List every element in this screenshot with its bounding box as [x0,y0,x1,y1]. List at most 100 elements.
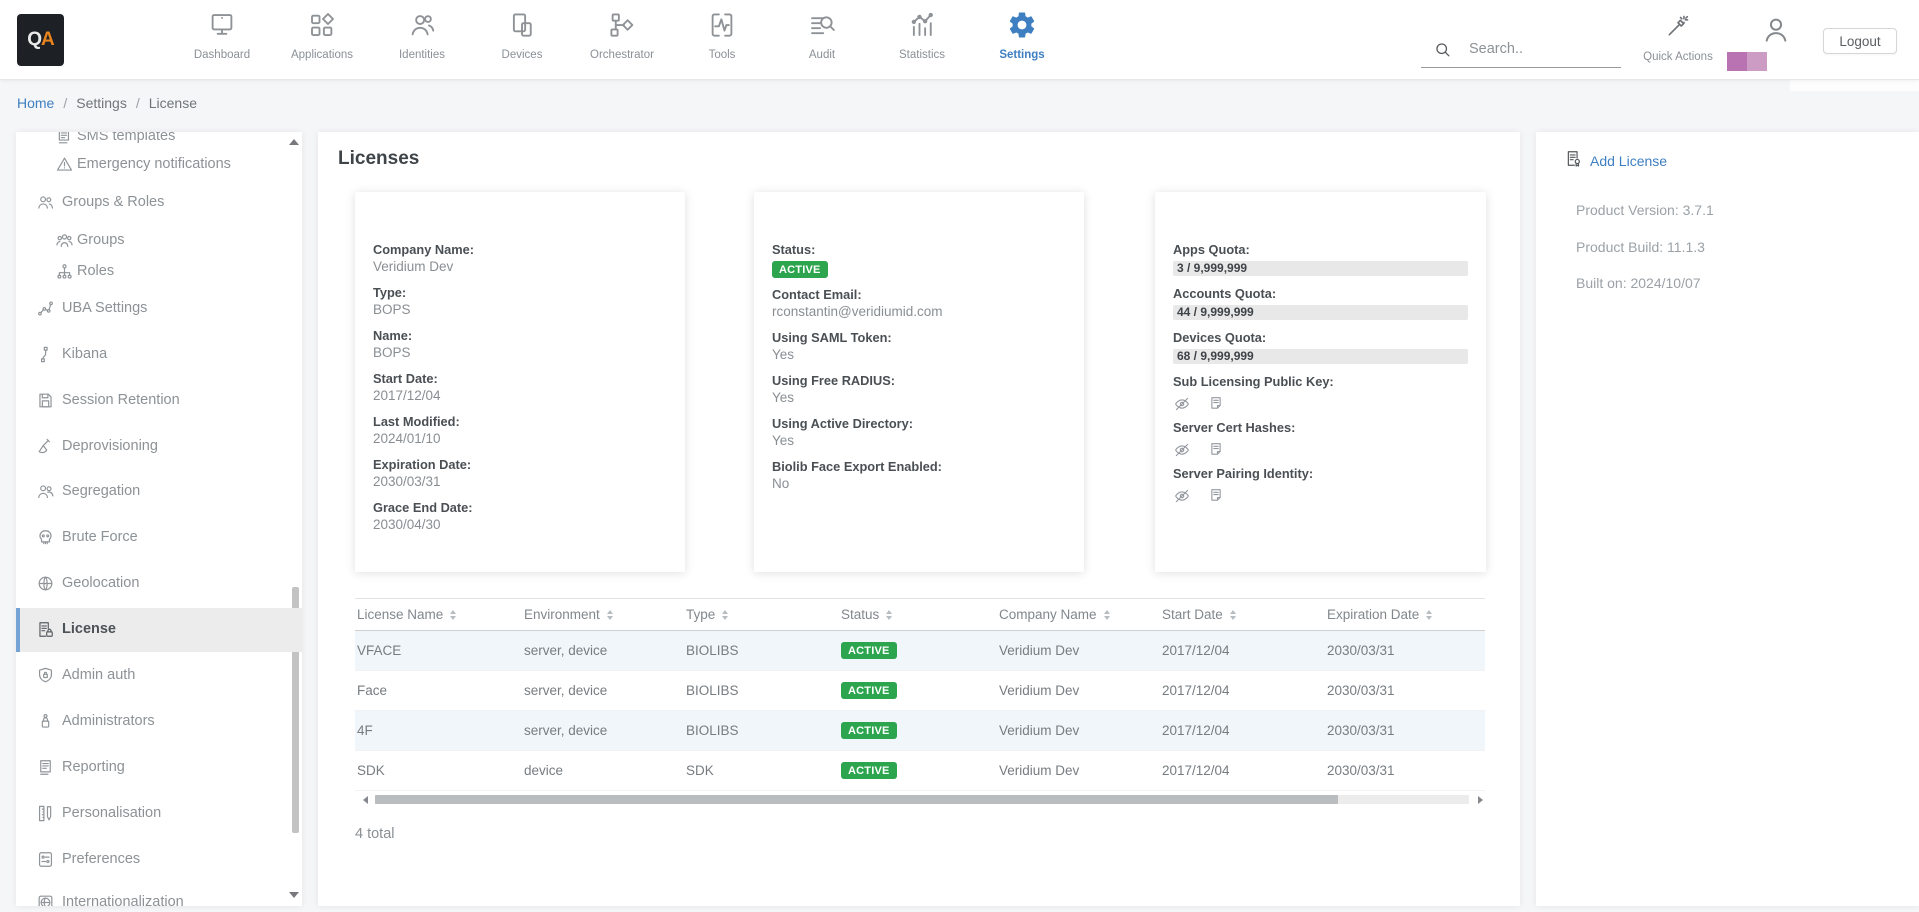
nav-item-identities[interactable]: Identities [372,0,472,79]
column-header-start-date[interactable]: Start Date [1160,607,1325,622]
field-value: rconstantin@veridiumid.com [772,303,1066,321]
right-info-panel: Add License Product Version: 3.7.1 Produ… [1536,132,1919,906]
scroll-right-icon[interactable] [1478,796,1483,804]
field-value: Yes [772,389,1066,407]
logout-button[interactable]: Logout [1823,28,1897,54]
license-info-card: Company Name:Veridium DevType:BOPSName:B… [355,192,685,572]
column-header-company-name[interactable]: Company Name [997,607,1160,622]
field-label: Using Active Directory: [772,415,1066,432]
column-header-expiration-date[interactable]: Expiration Date [1325,607,1485,622]
column-header-status[interactable]: Status [839,607,997,622]
sidebar-item-label: Roles [77,263,114,279]
sidebar-item-license[interactable]: License [16,608,302,652]
breadcrumb: Home/Settings/License [17,85,197,121]
sidebar-item-session-retention[interactable]: Session Retention [16,379,302,423]
scrollbar-track[interactable] [375,795,1469,804]
table-row[interactable]: 4Fserver, deviceBIOLIBSACTIVEVeridium De… [355,711,1485,751]
table-cell-start_date: 2017/12/04 [1160,763,1325,778]
nav-item-statistics[interactable]: Statistics [872,0,972,79]
quick-actions-button[interactable]: Quick Actions [1632,13,1724,63]
search-icon [1433,40,1452,59]
sidebar-item-internationalization[interactable]: Internationalization [16,881,302,906]
column-header-type[interactable]: Type [684,607,839,622]
clipboard-icon[interactable] [1207,441,1225,459]
sidebar-item-label: Admin auth [62,667,135,683]
nav-item-applications[interactable]: Applications [272,0,372,79]
sidebar-item-admin-auth[interactable]: Admin auth [16,654,302,698]
field-label: Using Free RADIUS: [772,372,1066,389]
table-row[interactable]: VFACEserver, deviceBIOLIBSACTIVEVeridium… [355,631,1485,671]
settings-sidebar: SMS templatesEmergency notificationsGrou… [16,132,302,906]
field-label: Devices Quota: [1173,329,1468,346]
table-cell-status: ACTIVE [839,762,997,780]
scrollbar-thumb[interactable] [375,795,1338,804]
user-avatar-icon[interactable] [1760,14,1792,46]
table-cell-type: SDK [684,763,839,778]
sidebar-item-segregation[interactable]: Segregation [16,470,302,514]
table-cell-license_name: SDK [355,763,522,778]
sidebar-item-label: Preferences [62,851,140,867]
tools-icon [707,27,737,44]
nav-item-devices[interactable]: Devices [472,0,572,79]
devices-icon [507,27,537,44]
sort-icon [1426,610,1432,620]
breadcrumb-separator: / [63,95,67,111]
table-cell-license_name: VFACE [355,643,522,658]
sort-icon [1104,610,1110,620]
column-label: Company Name [999,607,1097,622]
nav-item-audit[interactable]: Audit [772,0,872,79]
info-field: Biolib Face Export Enabled:No [772,458,1066,493]
main-nav: DashboardApplicationsIdentitiesDevicesOr… [172,0,1072,79]
licenses-main-panel: Licenses Company Name:Veridium DevType:B… [318,132,1520,906]
sidebar-item-personalisation[interactable]: Personalisation [16,792,302,836]
search-input[interactable] [1469,41,1609,57]
sidebar-item-label: Administrators [62,713,155,729]
sort-icon [607,610,613,620]
eye-off-icon[interactable] [1173,441,1191,459]
field-value: Yes [772,346,1066,364]
sidebar-item-reporting[interactable]: Reporting [16,746,302,790]
field-label: Company Name: [373,241,667,258]
nav-item-settings[interactable]: Settings [972,0,1072,79]
sidebar-item-administrators[interactable]: Administrators [16,700,302,744]
sidebar-item-preferences[interactable]: Preferences [16,838,302,882]
sidebar-item-deprovisioning[interactable]: Deprovisioning [16,425,302,469]
table-cell-start_date: 2017/12/04 [1160,643,1325,658]
table-cell-type: BIOLIBS [684,683,839,698]
scroll-left-icon[interactable] [363,796,368,804]
column-label: Status [841,607,879,622]
field-label: Grace End Date: [373,499,667,516]
statistics-icon [907,27,937,44]
field-label: Accounts Quota: [1173,285,1468,302]
sidebar-item-geolocation[interactable]: Geolocation [16,562,302,606]
table-cell-license_name: 4F [355,723,522,738]
table-row[interactable]: Faceserver, deviceBIOLIBSACTIVEVeridium … [355,671,1485,711]
breadcrumb-item-home[interactable]: Home [17,95,54,111]
field-label: Name: [373,327,667,344]
field-label: Start Date: [373,370,667,387]
field-value: BOPS [373,301,667,319]
column-label: License Name [357,607,443,622]
swatch-purple [1727,52,1747,71]
eye-off-icon[interactable] [1173,487,1191,505]
column-header-license-name[interactable]: License Name [355,607,522,622]
table-cell-environment: device [522,763,684,778]
sidebar-item-label: Segregation [62,483,140,499]
breadcrumb-item-settings[interactable]: Settings [76,95,127,111]
column-label: Start Date [1162,607,1223,622]
nav-item-label: Identities [372,49,472,61]
sidebar-item-brute-force[interactable]: Brute Force [16,516,302,560]
clipboard-icon[interactable] [1207,487,1225,505]
clipboard-icon[interactable] [1207,395,1225,413]
product-build: Product Build: 11.1.3 [1576,238,1705,256]
eye-off-icon[interactable] [1173,395,1191,413]
sidebar-item-label: Session Retention [62,392,180,408]
nav-item-tools[interactable]: Tools [672,0,772,79]
sidebar-item-uba-settings[interactable]: UBA Settings [16,287,302,331]
add-license-button[interactable]: Add License [1564,149,1667,173]
table-row[interactable]: SDKdeviceSDKACTIVEVeridium Dev2017/12/04… [355,751,1485,791]
nav-item-dashboard[interactable]: Dashboard [172,0,272,79]
column-header-environment[interactable]: Environment [522,607,684,622]
nav-item-orchestrator[interactable]: Orchestrator [572,0,672,79]
sidebar-item-kibana[interactable]: Kibana [16,333,302,377]
